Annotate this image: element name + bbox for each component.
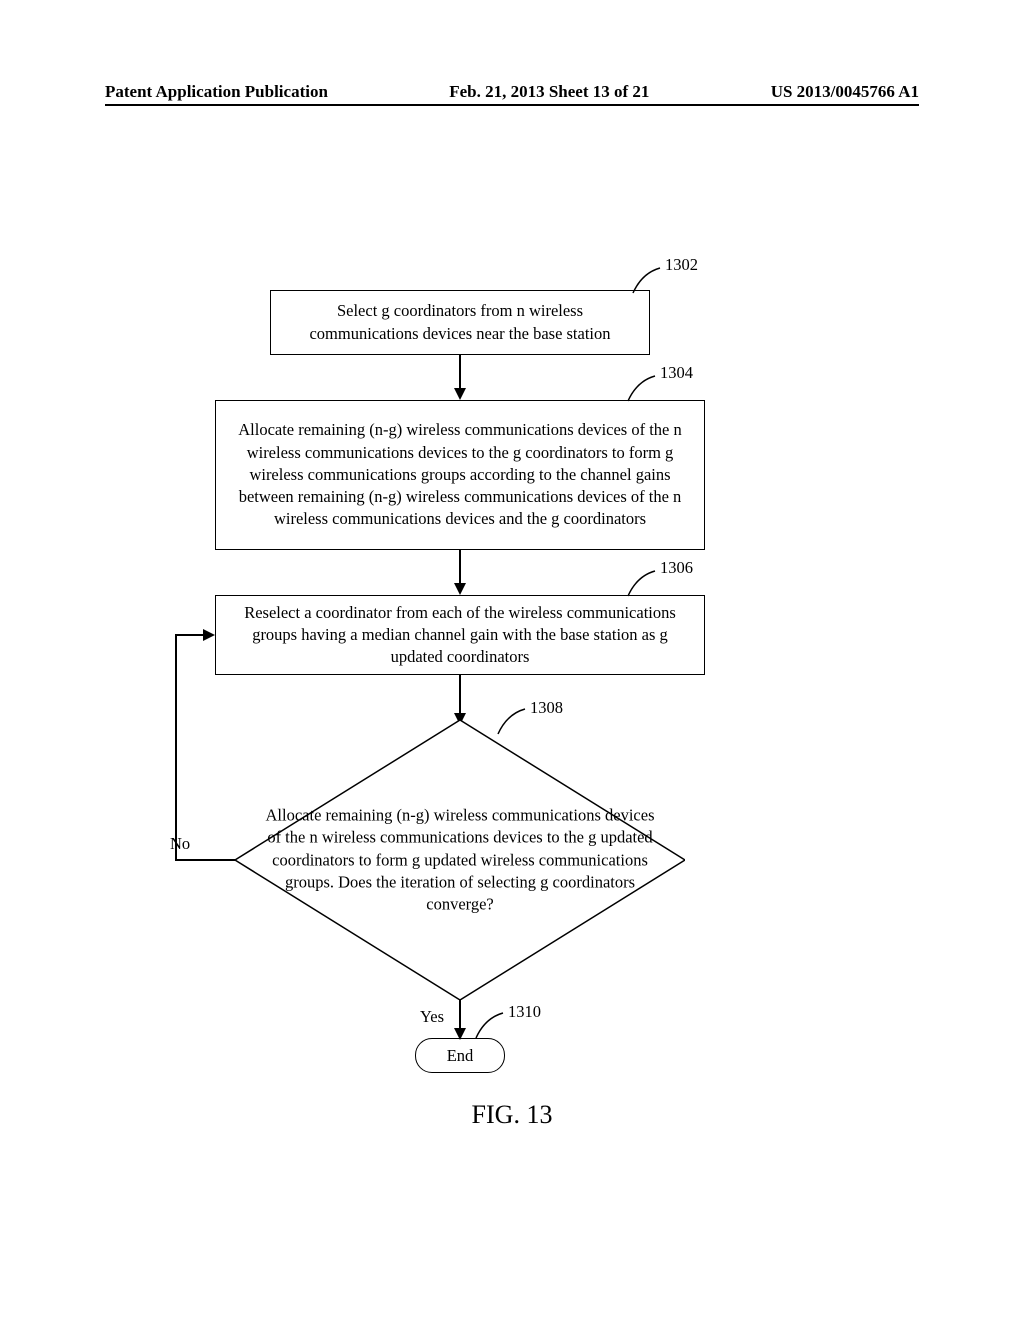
arrow-1302-1304 (459, 355, 461, 390)
end-text: End (447, 1046, 474, 1066)
box-1302-text: Select g coordinators from n wireless co… (286, 300, 634, 345)
box-1304-text: Allocate remaining (n-g) wireless commun… (231, 419, 689, 530)
diamond-1308-text: Allocate remaining (n-g) wireless commun… (260, 804, 660, 915)
page-header: Patent Application Publication Feb. 21, … (0, 82, 1024, 102)
arrow-head-no (203, 629, 215, 641)
decision-diamond-1308: Allocate remaining (n-g) wireless commun… (235, 720, 685, 1000)
terminator-end-1310: End (415, 1038, 505, 1073)
process-box-1302: Select g coordinators from n wireless co… (270, 290, 650, 355)
header-center: Feb. 21, 2013 Sheet 13 of 21 (449, 82, 649, 102)
arrow-head-1304-1306 (454, 583, 466, 595)
header-left: Patent Application Publication (105, 82, 328, 102)
process-box-1306: Reselect a coordinator from each of the … (215, 595, 705, 675)
leader-1308 (495, 706, 535, 736)
arrow-1306-1308 (459, 675, 461, 715)
ref-1306: 1306 (660, 558, 693, 578)
yes-label: Yes (420, 1007, 444, 1027)
no-line-vertical (175, 635, 177, 860)
yes-line (459, 1000, 461, 1030)
arrow-head-1302-1304 (454, 388, 466, 400)
arrow-1304-1306 (459, 550, 461, 585)
no-label: No (170, 834, 190, 854)
leader-1302 (630, 265, 670, 295)
ref-1308: 1308 (530, 698, 563, 718)
box-1306-text: Reselect a coordinator from each of the … (231, 602, 689, 669)
header-divider (105, 104, 919, 106)
figure-label: FIG. 13 (472, 1100, 553, 1130)
leader-1304 (625, 373, 665, 403)
ref-1310: 1310 (508, 1002, 541, 1022)
leader-1310 (473, 1010, 513, 1040)
leader-1306 (625, 568, 665, 598)
ref-1302: 1302 (665, 255, 698, 275)
no-line-horizontal-1 (175, 859, 235, 861)
process-box-1304: Allocate remaining (n-g) wireless commun… (215, 400, 705, 550)
no-line-horizontal-2 (175, 634, 205, 636)
ref-1304: 1304 (660, 363, 693, 383)
header-right: US 2013/0045766 A1 (771, 82, 919, 102)
